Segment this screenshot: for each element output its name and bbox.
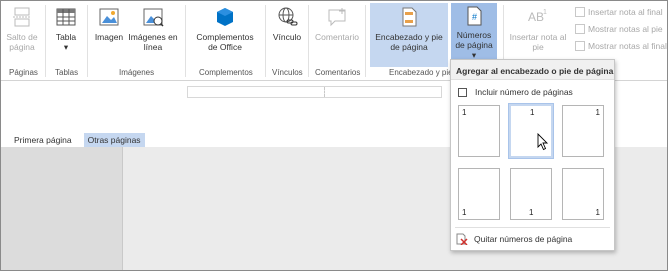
comment-button[interactable]: Comentario bbox=[313, 5, 361, 42]
page-numbers-button[interactable]: # Números de página ▾ bbox=[451, 3, 497, 60]
header-footer-label: Encabezado y pie de página bbox=[375, 32, 443, 52]
section-tabs: Primera página Otras páginas bbox=[10, 133, 153, 147]
show-endnotes-button[interactable]: Mostrar notas al final bbox=[575, 41, 667, 51]
page-number-text: 1 bbox=[595, 108, 600, 117]
insert-footnote-label: Insertar nota al pie bbox=[509, 32, 567, 52]
office-addins-button[interactable]: Complementos de Office bbox=[191, 5, 259, 52]
table-icon bbox=[54, 5, 78, 29]
group-label-tables: Tablas bbox=[55, 68, 79, 77]
endnote-icon bbox=[575, 7, 585, 17]
table-label: Tabla bbox=[55, 32, 77, 42]
link-button[interactable]: Vínculo bbox=[271, 5, 303, 42]
group-separator bbox=[45, 5, 46, 77]
page-number-text: 1 bbox=[530, 108, 535, 117]
group-label-pages: Páginas bbox=[9, 68, 38, 77]
insert-endnote-button[interactable]: Insertar nota al final bbox=[575, 7, 663, 17]
page-number-text: 1 bbox=[462, 108, 467, 117]
svg-text:#: # bbox=[472, 12, 477, 22]
remove-page-numbers-icon bbox=[456, 233, 468, 246]
office-addins-label: Complementos de Office bbox=[196, 32, 254, 52]
tab-first-page[interactable]: Primera página bbox=[10, 133, 76, 147]
remove-page-numbers-item[interactable]: Quitar números de página bbox=[456, 233, 573, 246]
dropdown-separator bbox=[455, 227, 610, 228]
dropdown-title: Agregar al encabezado o pie de página bbox=[451, 60, 614, 80]
group-separator bbox=[308, 5, 309, 77]
table-dropdown-arrow: ▾ bbox=[63, 42, 69, 52]
group-separator bbox=[365, 5, 366, 77]
group-label-links: Vínculos bbox=[272, 68, 303, 77]
online-images-label: Imágenes en línea bbox=[128, 32, 178, 52]
document-left-pane bbox=[1, 147, 122, 270]
header-footer-icon bbox=[397, 5, 421, 29]
include-page-count-option[interactable]: Incluir número de páginas bbox=[458, 87, 573, 97]
link-label: Vínculo bbox=[272, 32, 302, 42]
remove-page-numbers-label: Quitar números de página bbox=[474, 234, 573, 244]
page-break-icon bbox=[10, 5, 34, 29]
header-footer-button[interactable]: Encabezado y pie de página bbox=[370, 3, 448, 67]
online-picture-icon bbox=[141, 5, 165, 29]
thumbnail-top-left[interactable]: 1 bbox=[458, 105, 500, 157]
page-number-text: 1 bbox=[595, 208, 600, 217]
next-footnote-label: Mostrar notas al pie bbox=[588, 24, 663, 34]
thumbnail-bottom-center[interactable]: 1 bbox=[510, 168, 552, 220]
thumbnail-bottom-right[interactable]: 1 bbox=[562, 168, 604, 220]
header-center-marker bbox=[324, 87, 325, 97]
show-endnotes-label: Mostrar notas al final bbox=[588, 41, 667, 51]
group-label-comments: Comentarios bbox=[315, 68, 361, 77]
pane-divider bbox=[122, 147, 123, 270]
footnote-icon: AB 1 bbox=[526, 5, 550, 29]
thumbnail-bottom-left[interactable]: 1 bbox=[458, 168, 500, 220]
page-number-icon: # bbox=[462, 5, 486, 27]
page-break-button[interactable]: Salto de página bbox=[5, 5, 39, 52]
page-numbers-label: Números de página bbox=[455, 30, 493, 50]
image-button[interactable]: Imagen bbox=[93, 5, 125, 42]
show-notes-icon bbox=[575, 41, 585, 51]
group-separator bbox=[87, 5, 88, 77]
app-window: Salto de página Páginas Tabla ▾ Tablas I… bbox=[0, 0, 668, 271]
group-label-images: Imágenes bbox=[119, 68, 155, 77]
table-button[interactable]: Tabla ▾ bbox=[51, 5, 81, 52]
next-footnote-icon bbox=[575, 24, 585, 34]
thumbnail-top-right[interactable]: 1 bbox=[562, 105, 604, 157]
include-page-count-label: Incluir número de páginas bbox=[475, 87, 573, 97]
page-number-text: 1 bbox=[529, 208, 534, 217]
insert-footnote-button[interactable]: AB 1 Insertar nota al pie bbox=[509, 5, 567, 52]
tab-other-pages[interactable]: Otras páginas bbox=[83, 133, 145, 147]
comment-label: Comentario bbox=[315, 32, 359, 42]
group-separator bbox=[185, 5, 186, 77]
svg-text:1: 1 bbox=[543, 9, 547, 16]
page-number-text: 1 bbox=[462, 208, 467, 217]
image-label: Imagen bbox=[94, 32, 124, 42]
comment-icon bbox=[325, 5, 349, 29]
link-globe-icon bbox=[275, 5, 299, 29]
include-page-count-checkbox[interactable] bbox=[458, 87, 467, 97]
insert-endnote-label: Insertar nota al final bbox=[588, 7, 663, 17]
group-label-addins: Complementos bbox=[199, 68, 253, 77]
page-numbers-dropdown: Agregar al encabezado o pie de página In… bbox=[450, 59, 615, 251]
svg-text:AB: AB bbox=[528, 10, 544, 24]
page-break-label: Salto de página bbox=[6, 32, 38, 52]
group-separator bbox=[265, 5, 266, 77]
header-region-box bbox=[187, 86, 442, 98]
mouse-cursor-icon bbox=[537, 132, 549, 151]
online-images-button[interactable]: Imágenes en línea bbox=[127, 5, 179, 52]
picture-icon bbox=[97, 5, 121, 29]
next-footnote-button[interactable]: Mostrar notas al pie bbox=[575, 24, 663, 34]
office-store-icon bbox=[213, 5, 237, 29]
